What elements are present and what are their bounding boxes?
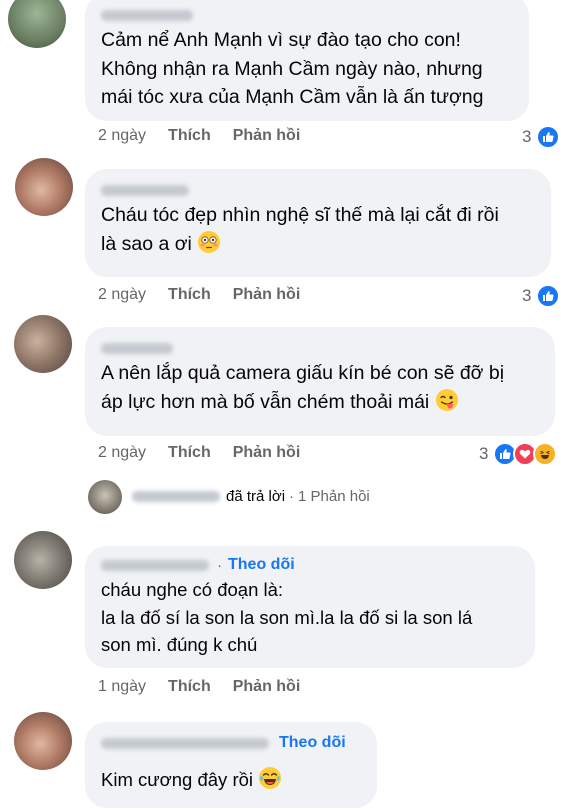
reply-button[interactable]: Phản hồi	[233, 444, 301, 462]
reply-bubble: Theo dõi Kim cương đây rồi	[85, 722, 377, 808]
reply-button[interactable]: Phản hồi	[233, 678, 301, 696]
author-name[interactable]	[101, 559, 209, 571]
tears-of-joy-emoji	[258, 766, 282, 799]
reaction-summary[interactable]: 3	[522, 125, 561, 149]
like-reaction-icon	[536, 284, 561, 308]
timestamp[interactable]: 2 ngày	[98, 444, 146, 462]
comment-text: Cảm nể Anh Mạnh vì sự đào tạo cho con! K…	[101, 29, 484, 108]
timestamp[interactable]: 1 ngày	[98, 678, 146, 696]
reply-button[interactable]: Phản hồi	[233, 127, 301, 145]
comment-actions: 2 ngày Thích Phản hồi	[98, 127, 300, 145]
comment-bubble: A nên lắp quả camera giấu kín bé con sẽ …	[85, 327, 555, 436]
reaction-count: 3	[522, 127, 532, 146]
comment-text: cháu nghe có đoạn là: la la đố sí la son…	[101, 579, 473, 655]
comment-text: Cháu tóc đẹp nhìn nghệ sĩ thế mà lại cắt…	[101, 201, 535, 262]
timestamp[interactable]: 2 ngày	[98, 286, 146, 304]
comment-text: Kim cương đây rồi	[101, 766, 361, 799]
reaction-summary[interactable]: 3	[522, 284, 561, 308]
reaction-count: 3	[522, 286, 532, 305]
reaction-count: 3	[479, 444, 489, 463]
avatar[interactable]	[88, 480, 122, 514]
flushed-emoji	[197, 230, 221, 263]
timestamp[interactable]: 2 ngày	[98, 127, 146, 145]
reaction-summary[interactable]: 3	[479, 442, 558, 466]
reply-button[interactable]: Phản hồi	[233, 286, 301, 304]
author-name[interactable]	[101, 337, 539, 359]
like-button[interactable]: Thích	[168, 444, 211, 462]
like-reaction-icon	[536, 125, 561, 149]
avatar[interactable]	[14, 531, 72, 589]
avatar[interactable]	[8, 0, 66, 48]
author-name[interactable]	[101, 179, 535, 201]
comment-bubble: Cháu tóc đẹp nhìn nghệ sĩ thế mà lại cắt…	[85, 169, 551, 277]
comment-actions: 2 ngày Thích Phản hồi	[98, 444, 300, 462]
like-button[interactable]: Thích	[168, 286, 211, 304]
comment-text: A nên lắp quả camera giấu kín bé con sẽ …	[101, 359, 539, 420]
follow-button[interactable]: Theo dõi	[279, 734, 346, 752]
tongue-wink-emoji	[435, 388, 459, 421]
reply-bubble: · Theo dõi cháu nghe có đoạn là: la la đ…	[85, 546, 535, 668]
view-replies-link[interactable]: đã trả lời · 1 Phản hồi	[132, 488, 370, 505]
haha-reaction-icon	[533, 442, 558, 466]
avatar[interactable]	[14, 712, 72, 770]
separator: ·	[217, 556, 222, 574]
author-name[interactable]	[101, 4, 513, 26]
comment-bubble: Cảm nể Anh Mạnh vì sự đào tạo cho con! K…	[85, 0, 529, 121]
like-button[interactable]: Thích	[168, 678, 211, 696]
follow-button[interactable]: Theo dõi	[228, 556, 295, 574]
avatar[interactable]	[14, 315, 72, 373]
avatar[interactable]	[15, 158, 73, 216]
author-name[interactable]	[101, 737, 269, 749]
replied-text: đã trả lời	[226, 488, 286, 505]
comment-actions: 1 ngày Thích Phản hồi	[98, 678, 300, 696]
reply-count: 1 Phản hồi	[298, 488, 370, 505]
like-button[interactable]: Thích	[168, 127, 211, 145]
separator: ·	[289, 488, 295, 505]
comment-actions: 2 ngày Thích Phản hồi	[98, 286, 300, 304]
